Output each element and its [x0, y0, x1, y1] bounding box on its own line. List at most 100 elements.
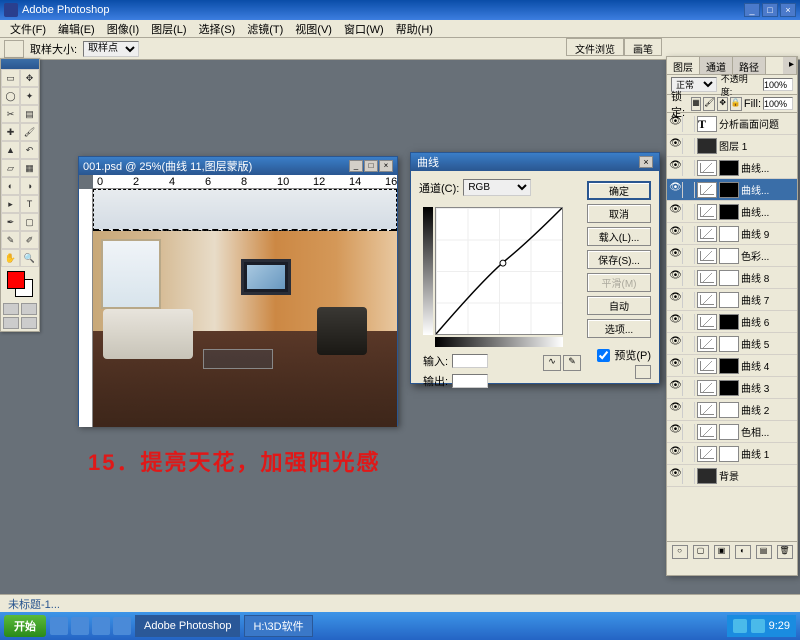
- visibility-icon[interactable]: 👁: [669, 116, 683, 132]
- layer-list[interactable]: 👁T分析画面问题👁图层 1👁曲线...👁曲线...👁曲线...👁曲线 9👁色彩.…: [667, 113, 797, 541]
- link-col[interactable]: [685, 446, 695, 462]
- link-col[interactable]: [685, 468, 695, 484]
- mode-standard[interactable]: [3, 303, 19, 315]
- link-col[interactable]: [685, 380, 695, 396]
- layer-row[interactable]: 👁曲线 2: [667, 399, 797, 421]
- link-col[interactable]: [685, 314, 695, 330]
- link-col[interactable]: [685, 424, 695, 440]
- layer-row[interactable]: 👁曲线 8: [667, 267, 797, 289]
- link-col[interactable]: [685, 248, 695, 264]
- menu-layer[interactable]: 图层(L): [145, 21, 192, 37]
- channel-select[interactable]: RGB: [463, 179, 531, 196]
- close-button[interactable]: ×: [780, 3, 796, 17]
- doc-maximize[interactable]: □: [364, 160, 378, 172]
- tool-slice[interactable]: ▤: [20, 105, 39, 123]
- layer-row[interactable]: 👁曲线...: [667, 157, 797, 179]
- link-col[interactable]: [685, 402, 695, 418]
- visibility-icon[interactable]: 👁: [669, 182, 683, 198]
- menu-select[interactable]: 选择(S): [193, 21, 242, 37]
- visibility-icon[interactable]: 👁: [669, 270, 683, 286]
- start-button[interactable]: 开始: [4, 615, 46, 637]
- doc-close[interactable]: ×: [379, 160, 393, 172]
- tool-notes[interactable]: ✎: [1, 231, 20, 249]
- layer-row[interactable]: 👁色相...: [667, 421, 797, 443]
- tool-hand[interactable]: ✋: [1, 249, 20, 267]
- ql-icon[interactable]: [71, 617, 89, 635]
- layer-row[interactable]: 👁曲线...: [667, 201, 797, 223]
- input-field[interactable]: [452, 354, 488, 368]
- tool-crop[interactable]: ✂: [1, 105, 20, 123]
- tool-stamp[interactable]: ▲: [1, 141, 20, 159]
- visibility-icon[interactable]: 👁: [669, 138, 683, 154]
- layer-row[interactable]: 👁曲线 9: [667, 223, 797, 245]
- lock-move-icon[interactable]: ✥: [717, 97, 728, 111]
- cancel-button[interactable]: 取消: [587, 204, 651, 223]
- current-tool-icon[interactable]: [4, 40, 24, 58]
- task-folder[interactable]: H:\3D软件: [244, 615, 312, 637]
- tool-wand[interactable]: ✦: [20, 87, 39, 105]
- link-col[interactable]: [685, 182, 695, 198]
- layer-row[interactable]: 👁曲线 6: [667, 311, 797, 333]
- sample-size-select[interactable]: 取样点: [83, 41, 139, 57]
- tool-history[interactable]: ↶: [20, 141, 39, 159]
- curves-titlebar[interactable]: 曲线 ×: [411, 153, 659, 171]
- lock-paint-icon[interactable]: 🖌: [703, 97, 715, 111]
- lock-transparent-icon[interactable]: ▦: [691, 97, 702, 111]
- link-col[interactable]: [685, 292, 695, 308]
- link-col[interactable]: [685, 138, 695, 154]
- preview-checkbox[interactable]: 预览(P): [597, 347, 651, 363]
- document-canvas[interactable]: [93, 189, 397, 427]
- tool-pen[interactable]: ✒: [1, 213, 20, 231]
- opacity-field[interactable]: [763, 78, 793, 91]
- layer-row[interactable]: 👁背景: [667, 465, 797, 487]
- tool-path[interactable]: ▸: [1, 195, 20, 213]
- tool-gradient[interactable]: ▦: [20, 159, 39, 177]
- smooth-button[interactable]: 平滑(M): [587, 273, 651, 292]
- system-tray[interactable]: 9:29: [727, 615, 796, 637]
- adjustment-icon[interactable]: ◐: [735, 545, 751, 559]
- tool-brush[interactable]: 🖌: [20, 123, 39, 141]
- ok-button[interactable]: 确定: [587, 181, 651, 200]
- tray-icon[interactable]: [751, 619, 765, 633]
- mode-quickmask[interactable]: [21, 303, 37, 315]
- link-col[interactable]: [685, 226, 695, 242]
- curves-graph[interactable]: [435, 207, 563, 335]
- layer-row[interactable]: 👁曲线...: [667, 179, 797, 201]
- document-titlebar[interactable]: 001.psd @ 25%(曲线 11,图层蒙版) _□×: [79, 157, 397, 175]
- doc-minimize[interactable]: _: [349, 160, 363, 172]
- screen-mode-1[interactable]: [3, 317, 19, 329]
- save-button[interactable]: 保存(S)...: [587, 250, 651, 269]
- screen-mode-2[interactable]: [21, 317, 37, 329]
- link-col[interactable]: [685, 336, 695, 352]
- curves-close[interactable]: ×: [639, 156, 653, 168]
- menu-file[interactable]: 文件(F): [4, 21, 52, 37]
- tool-marquee[interactable]: ▭: [1, 69, 20, 87]
- visibility-icon[interactable]: 👁: [669, 292, 683, 308]
- delete-layer-icon[interactable]: 🗑: [777, 545, 793, 559]
- tab-brushes[interactable]: 画笔: [624, 38, 662, 56]
- visibility-icon[interactable]: 👁: [669, 204, 683, 220]
- layer-row[interactable]: 👁曲线 7: [667, 289, 797, 311]
- new-layer-icon[interactable]: ▤: [756, 545, 772, 559]
- tab-file-browser[interactable]: 文件浏览: [566, 38, 624, 56]
- pencil-mode-icon[interactable]: ✎: [563, 355, 581, 371]
- ql-icon[interactable]: [113, 617, 131, 635]
- maximize-button[interactable]: □: [762, 3, 778, 17]
- visibility-icon[interactable]: 👁: [669, 226, 683, 242]
- tab-layers[interactable]: 图层: [667, 57, 700, 74]
- layer-row[interactable]: 👁曲线 1: [667, 443, 797, 465]
- visibility-icon[interactable]: 👁: [669, 248, 683, 264]
- visibility-icon[interactable]: 👁: [669, 314, 683, 330]
- tool-move[interactable]: ✥: [20, 69, 39, 87]
- curve-mode-icon[interactable]: ∿: [543, 355, 561, 371]
- menu-help[interactable]: 帮助(H): [390, 21, 439, 37]
- auto-button[interactable]: 自动: [587, 296, 651, 315]
- layer-row[interactable]: 👁曲线 3: [667, 377, 797, 399]
- ruler-vertical[interactable]: [79, 189, 93, 427]
- menu-window[interactable]: 窗口(W): [338, 21, 390, 37]
- panel-menu-icon[interactable]: ▸: [783, 57, 797, 74]
- fill-field[interactable]: [763, 97, 793, 110]
- foreground-color[interactable]: [7, 271, 25, 289]
- lock-all-icon[interactable]: 🔒: [730, 97, 742, 111]
- new-set-icon[interactable]: ▣: [714, 545, 730, 559]
